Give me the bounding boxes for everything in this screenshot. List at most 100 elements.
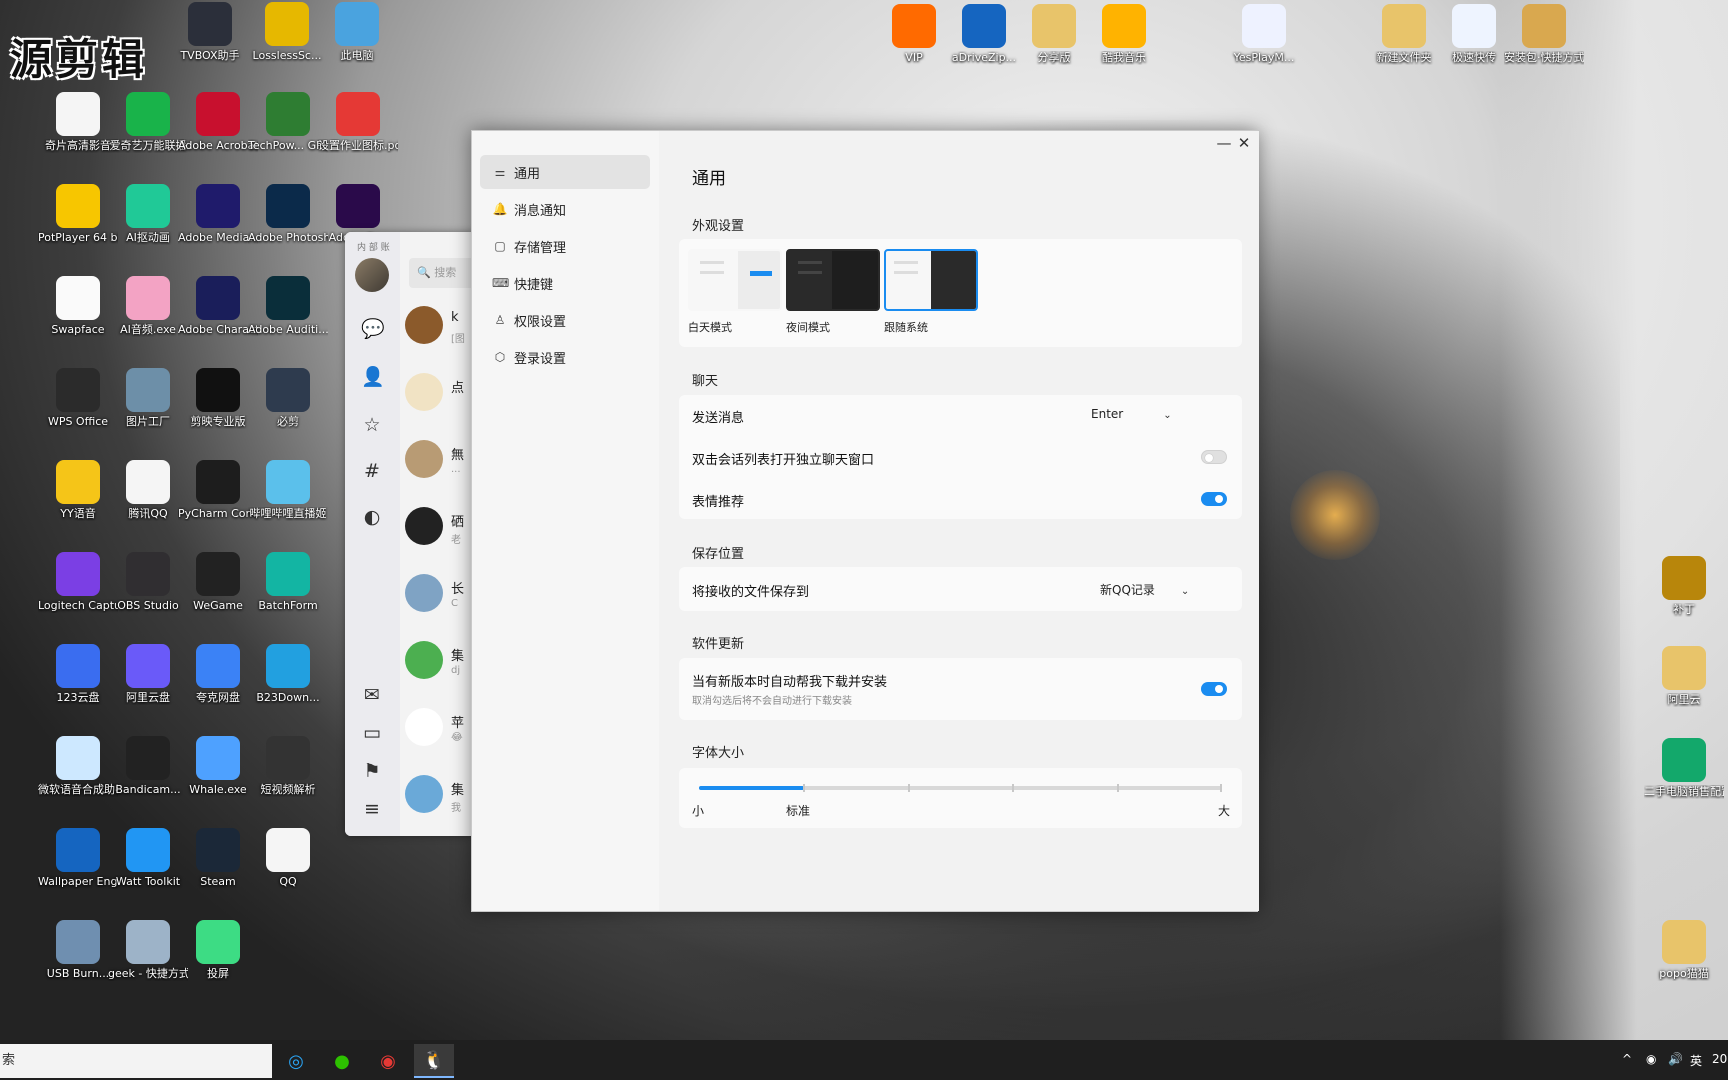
image-factory-icon[interactable]: 图片工厂 xyxy=(108,368,188,429)
qq-icon[interactable]: QQ xyxy=(248,828,328,889)
broadcast-icon[interactable]: 爱奇艺万能联播 xyxy=(108,92,188,153)
character-icon[interactable]: Adobe Charact... xyxy=(178,276,258,337)
wegame-icon[interactable]: WeGame xyxy=(178,552,258,613)
vip-icon[interactable]: VIP xyxy=(874,4,954,65)
picture-icon[interactable]: 奇片高清影音 xyxy=(38,92,118,153)
emoji-toggle[interactable] xyxy=(1201,492,1227,506)
nav-item-1[interactable]: 🔔 消息通知 xyxy=(480,192,650,226)
send-key-dropdown[interactable]: Enter ⌄ xyxy=(1091,407,1172,421)
contact-item[interactable]: 点 xyxy=(405,365,475,421)
contact-item[interactable]: 無... xyxy=(405,432,475,488)
star-icon[interactable]: ☆ xyxy=(361,414,383,436)
archive-icon[interactable]: 补丁 xyxy=(1644,556,1724,617)
cloud-folder-icon[interactable]: 阿里云 xyxy=(1644,646,1724,707)
screen-rec-icon[interactable]: 投屏 xyxy=(178,920,258,981)
contact-item[interactable]: 苹 😂 xyxy=(405,700,475,756)
contact-item[interactable]: k [图 xyxy=(405,298,475,354)
nav-item-0[interactable]: ⚌ 通用 xyxy=(480,155,650,189)
ai-voice-icon[interactable]: AI音频.exe xyxy=(108,276,188,337)
potplayer-icon[interactable]: PotPlayer 64 bit xyxy=(38,184,118,245)
auto-update-toggle[interactable] xyxy=(1201,682,1227,696)
tray-item[interactable]: 🔊 xyxy=(1668,1052,1683,1066)
save-location-dropdown[interactable]: 新QQ记录 ⌄ xyxy=(1100,581,1189,598)
usb-burn-icon[interactable]: USB Burn... xyxy=(38,920,118,981)
contact-item[interactable]: 长C xyxy=(405,566,475,622)
wps-icon[interactable]: WPS Office xyxy=(38,368,118,429)
s-icon[interactable]: 二手电脑销售配置单... xyxy=(1644,738,1724,799)
whale-icon[interactable]: Whale.exe xyxy=(178,736,258,797)
wallpaper-icon[interactable]: Wallpaper Engine:... xyxy=(38,828,118,889)
theme-light[interactable]: 白天模式 xyxy=(688,249,782,335)
cloud-music-icon[interactable]: 酷我音乐 xyxy=(1084,4,1164,65)
qq-search-input[interactable]: 🔍 搜索 xyxy=(409,258,475,288)
ai-anim-icon[interactable]: AI抠动画 xyxy=(108,184,188,245)
lossless-icon[interactable]: LosslessSc... xyxy=(247,2,327,63)
nav-item-3[interactable]: ⌨ 快捷键 xyxy=(480,266,650,300)
batchform-icon[interactable]: BatchForm xyxy=(248,552,328,613)
b23-icon[interactable]: B23Down... xyxy=(248,644,328,705)
watt-icon[interactable]: Watt Toolkit xyxy=(108,828,188,889)
tray-item[interactable]: 20 xyxy=(1712,1052,1727,1066)
contacts-icon[interactable]: 👤 xyxy=(361,366,385,388)
yesplay-icon[interactable]: YesPlayM... xyxy=(1224,4,1304,65)
geek-icon[interactable]: geek - 快捷方式 xyxy=(108,920,188,981)
bijian-icon[interactable]: 必剪 xyxy=(248,368,328,429)
gpuz-icon[interactable]: TechPow... GPU-Z xyxy=(248,92,328,153)
contact-item[interactable]: 集 dj xyxy=(405,633,475,689)
acrobat-icon[interactable]: Adobe Acrobat xyxy=(178,92,258,153)
dblclick-toggle[interactable] xyxy=(1201,450,1227,464)
this-pc-icon[interactable]: 此电脑 xyxy=(317,2,397,63)
contact-item[interactable]: 集我 xyxy=(405,767,475,823)
obs-icon[interactable]: OBS Studio xyxy=(108,552,188,613)
xunlei-icon[interactable]: 夸克网盘 xyxy=(178,644,258,705)
media-encoder-icon[interactable]: Adobe Media... xyxy=(178,184,258,245)
contact-item[interactable]: 硒老 xyxy=(405,499,475,555)
logitech-icon[interactable]: Logitech Capture xyxy=(38,552,118,613)
avatar[interactable] xyxy=(355,258,389,292)
message-icon[interactable]: 💬 xyxy=(361,318,385,340)
steam-icon[interactable]: Steam xyxy=(178,828,258,889)
taskbar-search[interactable]: 索 xyxy=(0,1044,272,1078)
recorder-icon[interactable]: ◉ xyxy=(368,1044,408,1078)
close-button[interactable]: ✕ xyxy=(1233,134,1255,152)
pdf-icon[interactable]: 设置作业图标.pdf xyxy=(318,92,398,153)
tencent-qq-icon[interactable]: 腾讯QQ xyxy=(108,460,188,521)
qq-taskbar-icon[interactable]: 🐧 xyxy=(414,1044,454,1078)
photoshop-icon[interactable]: Adobe Photosh... xyxy=(248,184,328,245)
menu-icon[interactable]: ≡ xyxy=(361,798,383,820)
tray-item[interactable]: 英 xyxy=(1690,1052,1702,1069)
edge-icon[interactable]: ◎ xyxy=(276,1044,316,1078)
swapface-icon[interactable]: Swapface xyxy=(38,276,118,337)
explore-icon[interactable]: ◐ xyxy=(361,506,383,528)
capcut-icon[interactable]: 剪映专业版 xyxy=(178,368,258,429)
share-icon[interactable]: 分享版 xyxy=(1014,4,1094,65)
theme-dark[interactable]: 夜间模式 xyxy=(786,249,880,335)
live-icon[interactable]: 哔哩哔哩直播姬 xyxy=(248,460,328,521)
pkg-icon[interactable]: 安装包·快捷方式 xyxy=(1504,4,1584,65)
nav-item-2[interactable]: ▢ 存储管理 xyxy=(480,229,650,263)
channel-icon[interactable]: # xyxy=(361,460,383,482)
nav-item-4[interactable]: ♙ 权限设置 xyxy=(480,303,650,337)
minimize-button[interactable]: — xyxy=(1213,134,1235,152)
pan123-icon[interactable]: 123云盘 xyxy=(38,644,118,705)
adrivezip-icon[interactable]: aDriveZip... xyxy=(944,4,1024,65)
theme-system[interactable]: 跟随系统 xyxy=(884,249,978,335)
bookmark-icon[interactable]: ⚑ xyxy=(361,760,383,782)
tray-item[interactable]: ^ xyxy=(1622,1052,1632,1066)
tray-item[interactable]: ◉ xyxy=(1646,1052,1656,1066)
music-icon[interactable]: 微软语音合成助手 5... xyxy=(38,736,118,797)
folder-icon[interactable]: ▭ xyxy=(361,722,383,744)
popo-icon[interactable]: popo猫猫 xyxy=(1644,920,1724,981)
wechat-icon[interactable]: ● xyxy=(322,1044,362,1078)
fast-icon[interactable]: 极速快传 xyxy=(1434,4,1514,65)
bandicam-icon[interactable]: Bandicam... xyxy=(108,736,188,797)
audition-icon[interactable]: Adobe Auditi... xyxy=(248,276,328,337)
pycharm-icon[interactable]: PyCharm Communi... xyxy=(178,460,258,521)
aliyun-icon[interactable]: 阿里云盘 xyxy=(108,644,188,705)
tvbox-icon[interactable]: TVBOX助手 xyxy=(170,2,250,63)
yy-icon[interactable]: YY语音 xyxy=(38,460,118,521)
new-folder-icon[interactable]: 新建文件夹 xyxy=(1364,4,1444,65)
video-parse-icon[interactable]: 短视频解析 xyxy=(248,736,328,797)
mail-icon[interactable]: ✉ xyxy=(361,684,383,706)
font-size-slider[interactable] xyxy=(699,784,1222,792)
